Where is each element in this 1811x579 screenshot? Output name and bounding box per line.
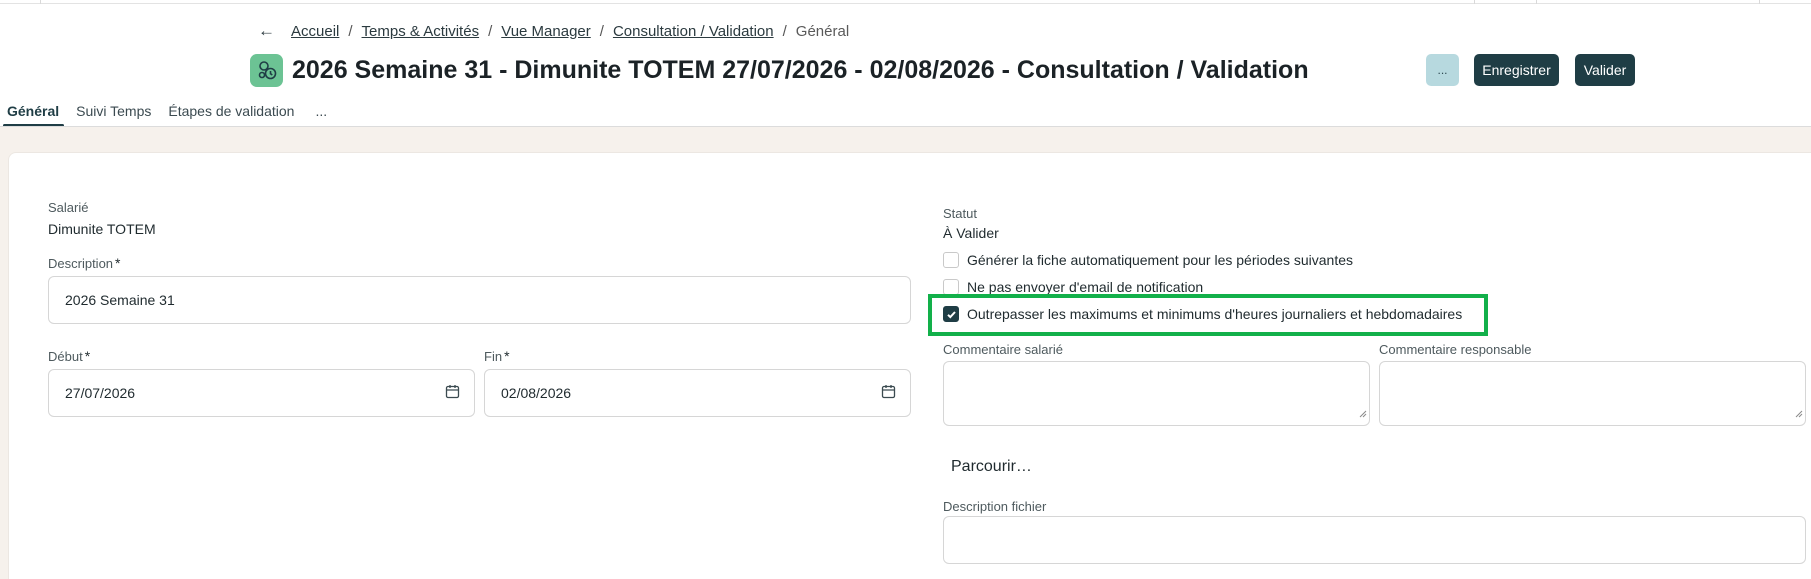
breadcrumb-current: Général (795, 22, 850, 40)
start-date-label: Début * (48, 348, 90, 364)
resize-grip-icon[interactable] (1359, 405, 1367, 423)
page-header: 2026 Semaine 31 - Dimunite TOTEM 27/07/2… (250, 53, 1309, 87)
page-title: 2026 Semaine 31 - Dimunite TOTEM 27/07/2… (292, 55, 1309, 84)
resize-grip-icon[interactable] (1795, 405, 1803, 423)
description-label: Description * (48, 255, 120, 271)
required-mark: * (504, 348, 510, 364)
status-value: À Valider (943, 225, 999, 241)
strip-divider (1759, 0, 1760, 4)
breadcrumb-separator: / (348, 22, 353, 40)
highlight-box (928, 294, 1488, 336)
strip-divider (1536, 0, 1537, 4)
timesheet-app-icon (250, 53, 283, 87)
strip-divider (1474, 0, 1475, 4)
more-actions-button[interactable]: ... (1426, 54, 1459, 86)
file-description-input[interactable] (943, 516, 1806, 564)
end-date-label-text: Fin (484, 349, 503, 364)
end-date-value: 02/08/2026 (501, 385, 572, 401)
breadcrumb-separator: / (782, 22, 787, 40)
browse-file-button[interactable]: Parcourir… (951, 458, 1032, 476)
tab-suivi-temps[interactable]: Suivi Temps (69, 100, 159, 127)
action-bar: ... Enregistrer Valider (1426, 54, 1635, 86)
status-label: Statut (943, 206, 977, 221)
tab-general[interactable]: Général (0, 100, 67, 127)
save-button[interactable]: Enregistrer (1474, 54, 1559, 86)
start-date-input[interactable]: 27/07/2026 (48, 369, 475, 417)
breadcrumb-separator: / (599, 22, 604, 40)
strip-divider (40, 0, 41, 4)
checkbox-box[interactable] (943, 252, 959, 268)
employee-comment-textarea[interactable] (943, 361, 1370, 426)
tab-more[interactable]: ... (308, 100, 335, 127)
start-date-label-text: Début (48, 349, 83, 364)
employee-comment-label: Commentaire salarié (943, 342, 1063, 357)
employee-value: Dimunite TOTEM (48, 221, 156, 237)
calendar-icon[interactable] (881, 384, 896, 402)
breadcrumb: ← Accueil / Temps & Activités / Vue Mana… (258, 20, 849, 42)
end-date-input[interactable]: 02/08/2026 (484, 369, 911, 417)
calendar-icon[interactable] (445, 384, 460, 402)
required-mark: * (115, 255, 121, 271)
description-input[interactable]: 2026 Semaine 31 (48, 276, 911, 324)
checkbox-label: Ne pas envoyer d'email de notification (967, 279, 1204, 295)
tab-etapes-validation[interactable]: Étapes de validation (161, 100, 302, 127)
tab-bar: Général Suivi Temps Étapes de validation… (0, 100, 335, 127)
checkbox-no-email[interactable]: Ne pas envoyer d'email de notification (943, 279, 1203, 295)
required-mark: * (84, 348, 91, 364)
file-description-label: Description fichier (943, 499, 1047, 514)
manager-comment-textarea[interactable] (1379, 361, 1806, 426)
description-label-text: Description (48, 256, 114, 271)
arrow-left-icon[interactable]: ← (258, 21, 275, 41)
checkbox-auto-generate[interactable]: Générer la fiche automatiquement pour le… (943, 252, 1353, 268)
employee-label: Salarié (48, 200, 89, 215)
top-strip (0, 0, 1811, 4)
start-date-value: 27/07/2026 (65, 385, 136, 401)
breadcrumb-accueil[interactable]: Accueil (291, 23, 339, 40)
breadcrumb-vue-manager[interactable]: Vue Manager (501, 23, 591, 40)
breadcrumb-consultation-validation[interactable]: Consultation / Validation (613, 23, 774, 40)
description-input-value: 2026 Semaine 31 (65, 292, 175, 308)
checkbox-box[interactable] (943, 279, 959, 295)
validate-button[interactable]: Valider (1575, 54, 1635, 86)
breadcrumb-temps-activites[interactable]: Temps & Activités (362, 23, 480, 40)
manager-comment-label: Commentaire responsable (1379, 342, 1532, 357)
breadcrumb-separator: / (488, 22, 493, 40)
end-date-label: Fin * (484, 348, 510, 364)
checkbox-label: Générer la fiche automatiquement pour le… (967, 252, 1353, 268)
